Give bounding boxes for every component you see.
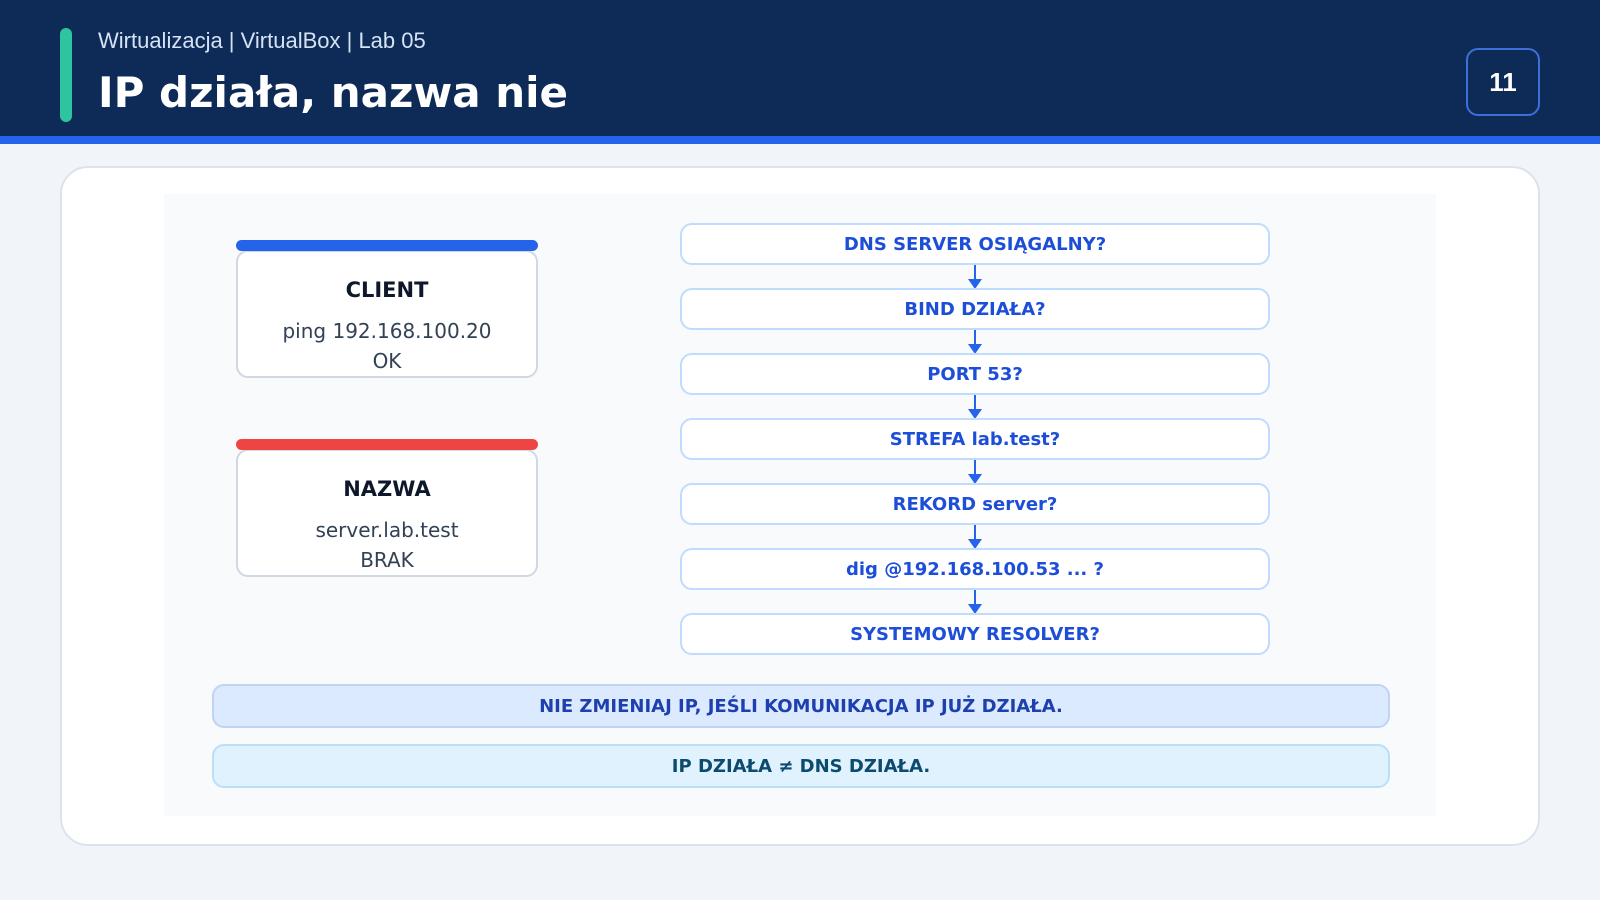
step-resolver: SYSTEMOWY RESOLVER? <box>680 613 1270 655</box>
name-box: NAZWA server.lab.test BRAK <box>236 439 538 577</box>
arrow-down-icon <box>968 590 982 614</box>
step-port: PORT 53? <box>680 353 1270 395</box>
slide-title: IP działa, nazwa nie <box>98 68 569 117</box>
name-box-line2: BRAK <box>360 548 414 572</box>
arrow-down-icon <box>968 330 982 354</box>
page-number-badge: 11 <box>1466 48 1540 116</box>
client-box: CLIENT ping 192.168.100.20 OK <box>236 240 538 378</box>
client-topbar <box>236 240 538 251</box>
slide-header: Wirtualizacja | VirtualBox | Lab 05 IP d… <box>0 0 1600 144</box>
arrow-down-icon <box>968 525 982 549</box>
arrow-down-icon <box>968 265 982 289</box>
summary-note: IP DZIAŁA ≠ DNS DZIAŁA. <box>212 744 1390 788</box>
client-box-line2: OK <box>372 349 402 373</box>
name-box-title: NAZWA <box>343 477 431 501</box>
step-zone: STREFA lab.test? <box>680 418 1270 460</box>
step-bind: BIND DZIAŁA? <box>680 288 1270 330</box>
client-box-line1: ping 192.168.100.20 <box>282 319 492 343</box>
arrow-down-icon <box>968 460 982 484</box>
accent-bar <box>60 28 72 122</box>
arrow-down-icon <box>968 395 982 419</box>
step-dns-server: DNS SERVER OSIĄGALNY? <box>680 223 1270 265</box>
warning-note: NIE ZMIENIAJ IP, JEŚLI KOMUNIKACJA IP JU… <box>212 684 1390 728</box>
slide-subtitle: Wirtualizacja | VirtualBox | Lab 05 <box>98 28 426 53</box>
name-topbar <box>236 439 538 450</box>
step-record: REKORD server? <box>680 483 1270 525</box>
step-dig: dig @192.168.100.53 ... ? <box>680 548 1270 590</box>
name-box-line1: server.lab.test <box>315 518 459 542</box>
client-box-title: CLIENT <box>345 278 429 302</box>
